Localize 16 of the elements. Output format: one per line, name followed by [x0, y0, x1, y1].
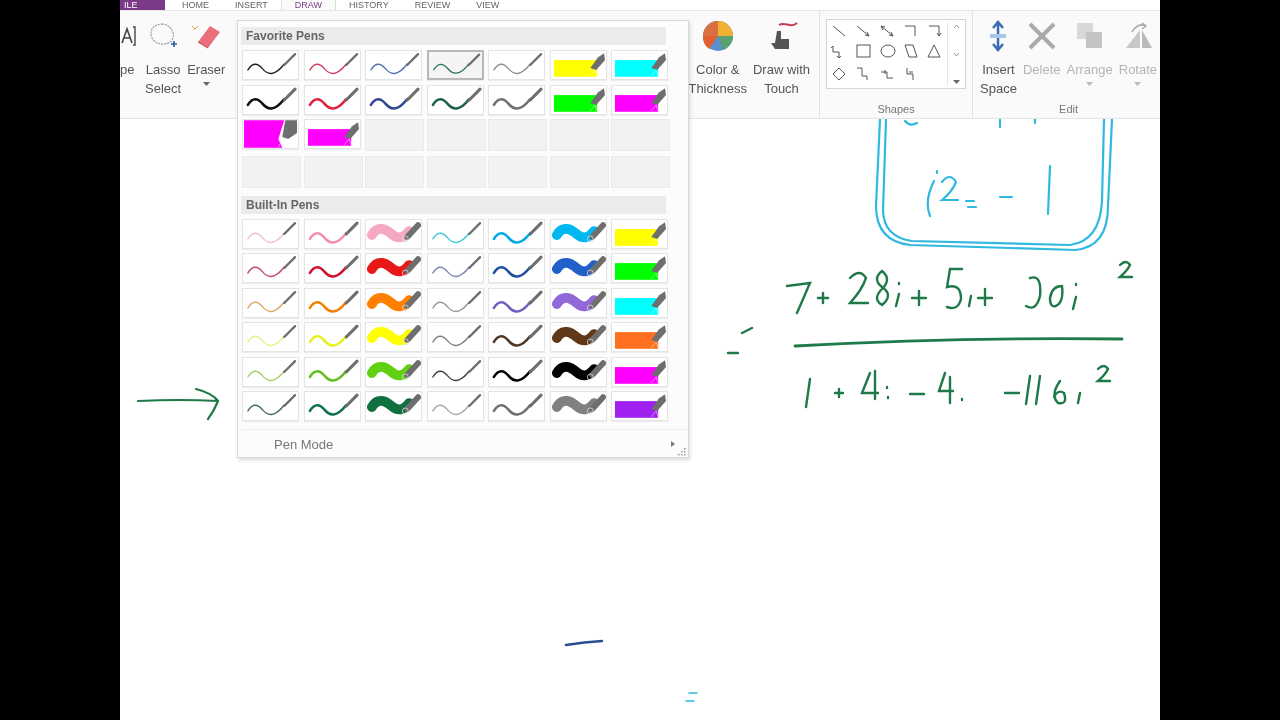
file-tab[interactable]: ILE	[120, 0, 165, 10]
ribbon-button[interactable]: Eraser	[184, 19, 229, 87]
ribbon-tab[interactable]: INSERT	[222, 0, 281, 10]
section-heading: Favorite Pens	[241, 27, 666, 45]
ribbon-button[interactable]: Draw with Touch	[749, 19, 814, 98]
section-heading: Built-In Pens	[241, 195, 666, 214]
ribbon-tab[interactable]: REVIEW	[401, 0, 464, 10]
ribbon-tab[interactable]: HOME	[169, 0, 222, 10]
group-label: Shapes	[877, 103, 915, 117]
ribbon-button[interactable]: pe	[120, 19, 142, 79]
ribbon-tab[interactable]: VIEW	[463, 0, 513, 10]
ribbon-tab[interactable]: HISTORY	[336, 0, 402, 10]
ribbon-button[interactable]: Lasso Select	[142, 19, 185, 98]
ribbon-button[interactable]: Insert Space	[977, 19, 1020, 98]
menu-item[interactable]: Pen Mode	[241, 430, 688, 458]
group-label: Edit	[1059, 103, 1079, 117]
